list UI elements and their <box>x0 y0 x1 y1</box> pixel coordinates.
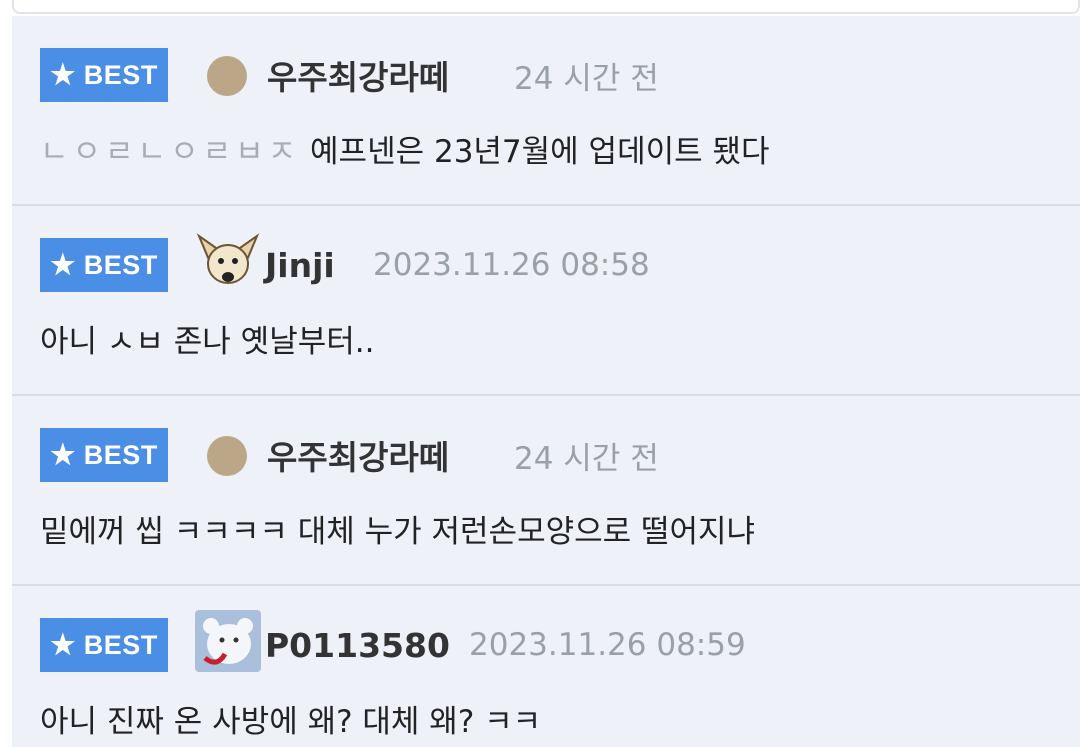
user-level-icon <box>207 436 247 476</box>
comment-item: ★ BEST P0113580 2023.11.26 08:59 아니 진짜 온… <box>12 586 1080 747</box>
username[interactable]: P0113580 <box>265 618 450 672</box>
comment-item: ★ BEST Jinji 2023.11.26 08:58 아니 ㅅㅂ 존나 옛… <box>12 206 1080 396</box>
best-comment-list: ★ BEST 우주최강라떼 24 시간 전 ㄴㅇㄹㄴㅇㄹㅂㅈ 예프넨은 23년7… <box>12 16 1080 747</box>
timestamp: 24 시간 전 <box>514 60 659 97</box>
previous-comment-box <box>12 0 1080 14</box>
timestamp: 24 시간 전 <box>514 440 659 477</box>
best-badge: ★ BEST <box>40 48 168 102</box>
best-badge-label: BEST <box>83 439 158 470</box>
star-icon: ★ <box>50 249 76 280</box>
comment-text-faded: ㄴㅇㄹㄴㅇㄹㅂㅈ <box>40 134 301 170</box>
username[interactable]: 우주최강라떼 <box>267 428 449 482</box>
best-badge-label: BEST <box>83 59 158 90</box>
best-badge: ★ BEST <box>40 238 168 292</box>
comment-text: 밑에꺼 씹 ㅋㅋㅋㅋ 대체 누가 저런손모양으로 떨어지냐 <box>40 514 756 550</box>
timestamp: 2023.11.26 08:59 <box>469 627 746 663</box>
comment-text-main: 예프넨은 23년7월에 업데이트 됐다 <box>310 134 770 170</box>
chihuahua-avatar-icon[interactable] <box>195 230 261 292</box>
user-level-icon <box>207 56 247 96</box>
best-badge-label: BEST <box>83 629 158 660</box>
star-icon: ★ <box>50 439 76 470</box>
comment-text: ㄴㅇㄹㄴㅇㄹㅂㅈ 예프넨은 23년7월에 업데이트 됐다 <box>40 126 770 171</box>
best-badge-label: BEST <box>83 249 158 280</box>
username[interactable]: 우주최강라떼 <box>267 48 449 102</box>
comment-text: 아니 진짜 온 사방에 왜? 대체 왜? ㅋㅋ <box>40 704 542 740</box>
comment-item: ★ BEST 우주최강라떼 24 시간 전 ㄴㅇㄹㄴㅇㄹㅂㅈ 예프넨은 23년7… <box>12 16 1080 206</box>
best-badge: ★ BEST <box>40 428 168 482</box>
best-badge: ★ BEST <box>40 618 168 672</box>
star-icon: ★ <box>50 629 76 660</box>
timestamp: 2023.11.26 08:58 <box>373 247 650 283</box>
comment-item: ★ BEST 우주최강라떼 24 시간 전 밑에꺼 씹 ㅋㅋㅋㅋ 대체 누가 저… <box>12 396 1080 586</box>
star-icon: ★ <box>50 59 76 90</box>
username[interactable]: Jinji <box>265 238 335 292</box>
bear-avatar-icon[interactable] <box>195 610 261 672</box>
comment-text: 아니 ㅅㅂ 존나 옛날부터.. <box>40 324 375 360</box>
